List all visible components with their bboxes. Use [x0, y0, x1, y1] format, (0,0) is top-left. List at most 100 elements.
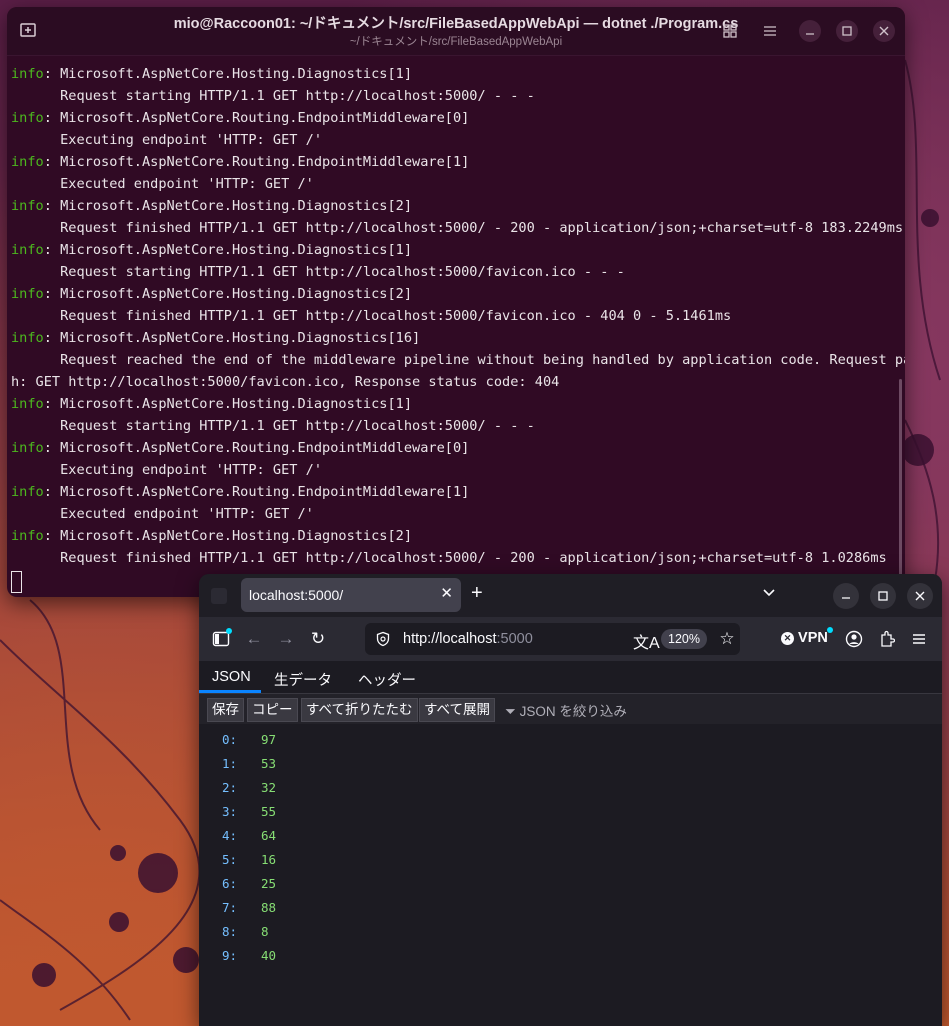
sidebar-toggle-icon[interactable] [209, 627, 233, 651]
url-text[interactable]: http://localhost:5000 [403, 631, 533, 647]
log-message: Executed endpoint 'HTTP: GET /' [11, 506, 314, 522]
log-message: : Microsoft.AspNetCore.Hosting.Diagnosti… [43, 286, 413, 302]
terminal-line: info: Microsoft.AspNetCore.Routing.Endpo… [11, 437, 895, 459]
terminal-cursor [11, 571, 22, 593]
json-row[interactable]: 7: 88 [199, 896, 942, 920]
translate-icon[interactable]: 文A [633, 629, 660, 653]
log-message: : Microsoft.AspNetCore.Hosting.Diagnosti… [43, 198, 413, 214]
json-key: 1: [222, 756, 238, 771]
log-message: Request starting HTTP/1.1 GET http://loc… [11, 88, 535, 104]
json-row[interactable]: 0: 97 [199, 728, 942, 752]
terminal-line: info: Microsoft.AspNetCore.Routing.Endpo… [11, 107, 895, 129]
json-key: 3: [222, 804, 238, 819]
terminal-line: info: Microsoft.AspNetCore.Hosting.Diagn… [11, 327, 895, 349]
browser-tab[interactable]: localhost:5000/ ✕ [241, 578, 461, 612]
browser-close-icon[interactable] [907, 583, 933, 609]
copy-button[interactable]: コピー [247, 698, 298, 722]
json-row[interactable]: 3: 55 [199, 800, 942, 824]
terminal-line: info: Microsoft.AspNetCore.Routing.Endpo… [11, 151, 895, 173]
vpn-button[interactable]: ✕ VPN [781, 627, 833, 646]
hamburger-menu-icon[interactable] [759, 20, 781, 42]
collapse-all-button[interactable]: すべて折りたたむ [301, 698, 418, 722]
navigation-bar: ← → ↻ http://localhost:5000 文A 120% ☆ ✕ … [199, 617, 942, 661]
minimize-icon[interactable] [799, 20, 821, 42]
tab-close-icon[interactable]: ✕ [440, 584, 453, 602]
terminal-header-bar[interactable]: mio@Raccoon01: ~/ドキュメント/src/FileBasedApp… [7, 7, 905, 56]
json-value: 97 [261, 732, 277, 747]
vpn-label: VPN [798, 630, 828, 646]
save-button[interactable]: 保存 [207, 698, 244, 722]
json-key: 4: [222, 828, 238, 843]
log-level: info [11, 154, 44, 170]
terminal-line: h: GET http://localhost:5000/favicon.ico… [11, 371, 895, 393]
terminal-output[interactable]: info: Microsoft.AspNetCore.Hosting.Diagn… [11, 63, 905, 593]
browser-minimize-icon[interactable] [833, 583, 859, 609]
log-message: Request finished HTTP/1.1 GET http://loc… [11, 550, 887, 566]
url-port: :5000 [496, 631, 533, 647]
terminal-line: Executing endpoint 'HTTP: GET /' [11, 459, 895, 481]
browser-maximize-icon[interactable] [870, 583, 896, 609]
filter-icon: ⏷ [505, 704, 516, 719]
terminal-line: Request reached the end of the middlewar… [11, 349, 905, 371]
json-row[interactable]: 9: 40 [199, 944, 942, 968]
account-icon[interactable] [842, 627, 866, 651]
bookmark-star-icon[interactable]: ☆ [715, 627, 739, 651]
log-level: info [11, 242, 44, 258]
expand-all-button[interactable]: すべて展開 [419, 698, 496, 722]
log-level: info [11, 440, 44, 456]
tab-sidebar-space [211, 588, 227, 604]
json-value: 88 [261, 900, 277, 915]
json-row[interactable]: 8: 8 [199, 920, 942, 944]
terminal-line: info: Microsoft.AspNetCore.Routing.Endpo… [11, 481, 895, 503]
terminal-line: Executing endpoint 'HTTP: GET /' [11, 129, 895, 151]
json-filter-input[interactable]: ⏷ JSON を絞り込み [505, 700, 627, 720]
json-row[interactable]: 5: 16 [199, 848, 942, 872]
log-level: info [11, 396, 44, 412]
json-value: 53 [261, 756, 277, 771]
terminal-scrollbar[interactable] [899, 379, 902, 579]
grid-icon[interactable] [719, 20, 741, 42]
json-key: 7: [222, 900, 238, 915]
json-tree: 0: 97 1: 53 2: 32 3: 55 4: 64 5: 16 6: 25 7: 88 8: 8 9: 40 [199, 724, 942, 1026]
log-message: Request starting HTTP/1.1 GET http://loc… [11, 264, 625, 280]
new-tab-plus-icon[interactable]: + [471, 582, 483, 605]
log-message: : Microsoft.AspNetCore.Hosting.Diagnosti… [43, 528, 413, 544]
terminal-window[interactable]: mio@Raccoon01: ~/ドキュメント/src/FileBasedApp… [7, 7, 905, 597]
log-message: : Microsoft.AspNetCore.Hosting.Diagnosti… [43, 396, 413, 412]
log-message: : Microsoft.AspNetCore.Routing.EndpointM… [43, 484, 470, 500]
log-level: info [11, 198, 44, 214]
log-message: : Microsoft.AspNetCore.Hosting.Diagnosti… [43, 66, 413, 82]
json-value: 8 [261, 924, 269, 939]
log-message: Request reached the end of the middlewar… [11, 352, 905, 368]
terminal-line: info: Microsoft.AspNetCore.Hosting.Diagn… [11, 393, 895, 415]
log-message: h: GET http://localhost:5000/favicon.ico… [11, 374, 560, 390]
close-icon[interactable] [873, 20, 895, 42]
json-row[interactable]: 4: 64 [199, 824, 942, 848]
log-message: Executed endpoint 'HTTP: GET /' [11, 176, 314, 192]
url-bar[interactable]: http://localhost:5000 文A 120% [365, 623, 740, 655]
extensions-icon[interactable] [875, 627, 899, 651]
log-message: : Microsoft.AspNetCore.Routing.EndpointM… [43, 154, 470, 170]
zoom-level[interactable]: 120% [661, 629, 707, 649]
forward-arrow-icon[interactable]: → [274, 627, 298, 651]
json-row[interactable]: 2: 32 [199, 776, 942, 800]
tab-json[interactable]: JSON [212, 669, 251, 685]
json-row[interactable]: 1: 53 [199, 752, 942, 776]
tab-raw-data[interactable]: 生データ [274, 669, 332, 690]
browser-window[interactable]: localhost:5000/ ✕ + ← → ↻ http://localho… [199, 574, 942, 1026]
log-message: Executing endpoint 'HTTP: GET /' [11, 462, 322, 478]
terminal-line: Request starting HTTP/1.1 GET http://loc… [11, 85, 895, 107]
tab-list-chevron-icon[interactable] [761, 584, 777, 600]
shield-icon[interactable] [375, 631, 391, 647]
log-level: info [11, 330, 44, 346]
terminal-line: Request starting HTTP/1.1 GET http://loc… [11, 415, 895, 437]
json-row[interactable]: 6: 25 [199, 872, 942, 896]
tab-headers[interactable]: ヘッダー [358, 669, 416, 690]
maximize-icon[interactable] [836, 20, 858, 42]
terminal-line: info: Microsoft.AspNetCore.Hosting.Diagn… [11, 525, 895, 547]
reload-icon[interactable]: ↻ [306, 627, 330, 651]
app-menu-icon[interactable] [907, 627, 931, 651]
back-arrow-icon[interactable]: ← [242, 627, 266, 651]
log-message: Request starting HTTP/1.1 GET http://loc… [11, 418, 535, 434]
terminal-line: Executed endpoint 'HTTP: GET /' [11, 503, 895, 525]
